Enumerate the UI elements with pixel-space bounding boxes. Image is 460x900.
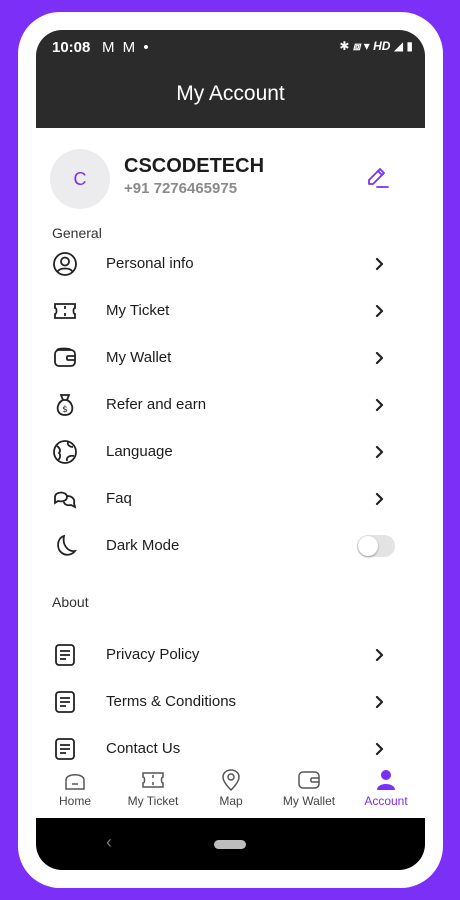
menu-item-refer-and-earn[interactable]: $ Refer and earn [36, 382, 425, 429]
wallet-icon [298, 771, 320, 789]
toggle-knob [358, 536, 378, 556]
menu-item-privacy-policy[interactable]: Privacy Policy [36, 632, 425, 679]
menu-item-faq[interactable]: Faq [36, 476, 425, 523]
moon-icon [57, 534, 78, 556]
nav-tab-label: Account [364, 794, 408, 808]
chevron-right-icon [375, 257, 384, 271]
svg-text:$: $ [62, 405, 68, 415]
system-icons: ✱ ⧈ ▾ HD ◢ ▮ [339, 39, 413, 54]
vibrate-icon: ⧈ [352, 39, 361, 53]
profile-name: CSCODETECH [124, 155, 265, 177]
menu-item-label: Refer and earn [106, 396, 207, 413]
nav-tab-account[interactable]: Account [347, 760, 425, 818]
notification-icons: M M • [102, 39, 151, 56]
account-icon [377, 770, 395, 790]
system-navigation-bar: ‹ [36, 818, 425, 870]
menu-item-my-ticket[interactable]: My Ticket [36, 288, 425, 335]
wallet-icon [54, 347, 76, 367]
section-about: About [52, 594, 89, 610]
document-icon [55, 738, 75, 760]
chevron-right-icon [375, 398, 384, 412]
edit-icon[interactable] [365, 164, 391, 190]
chevron-right-icon [375, 492, 384, 506]
ticket-icon [54, 303, 76, 319]
bluetooth-icon: ✱ [339, 39, 350, 53]
signal-icon: ◢ [393, 39, 404, 53]
app-bar: My Account [36, 66, 425, 128]
menu-item-my-wallet[interactable]: My Wallet [36, 335, 425, 382]
chevron-right-icon [375, 445, 384, 459]
nav-tab-home[interactable]: Home [36, 760, 114, 818]
profile-card[interactable]: C CSCODETECH +91 7276465975 [36, 128, 425, 228]
home-pill[interactable] [214, 840, 246, 849]
menu-item-language[interactable]: Language [36, 429, 425, 476]
nav-tab-label: Home [58, 794, 91, 808]
document-icon [55, 691, 75, 713]
profile-phone: +91 7276465975 [124, 180, 238, 197]
nav-tab-my-ticket[interactable]: My Ticket [114, 760, 192, 818]
home-icon [65, 774, 85, 790]
status-bar: 10:08 M M • ✱ ⧈ ▾ HD ◢ ▮ [36, 30, 425, 66]
menu-item-dark-mode: Dark Mode [36, 523, 425, 570]
document-icon [55, 644, 75, 666]
bottom-navigation: Home My Ticket Map My Wallet Account [36, 760, 425, 818]
menu-item-terms[interactable]: Terms & Conditions [36, 679, 425, 726]
back-icon[interactable]: ‹ [106, 832, 112, 853]
chevron-right-icon [375, 304, 384, 318]
user-circle-icon [53, 252, 77, 276]
globe-icon [53, 440, 77, 464]
phone-screen: 10:08 M M • ✱ ⧈ ▾ HD ◢ ▮ My Account C CS… [36, 30, 425, 870]
status-time: 10:08 [52, 39, 91, 56]
avatar: C [50, 149, 110, 209]
section-general: General [52, 225, 102, 241]
chevron-right-icon [375, 742, 384, 756]
map-pin-icon [222, 769, 240, 792]
nav-tab-label: My Ticket [127, 794, 179, 808]
page-title: My Account [176, 82, 285, 105]
nav-tab-label: My Wallet [282, 794, 336, 808]
ticket-icon [142, 772, 164, 788]
chevron-right-icon [375, 351, 384, 365]
menu-item-personal-info[interactable]: Personal info [36, 241, 425, 288]
menu-item-label: Language [106, 443, 173, 460]
hd-label: HD [373, 39, 391, 53]
chat-icon [54, 491, 77, 509]
battery-icon: ▮ [406, 39, 413, 53]
menu-item-label: Privacy Policy [106, 646, 200, 663]
menu-item-label: Contact Us [106, 740, 181, 757]
menu-item-label: Personal info [106, 255, 194, 272]
money-bag-icon: $ [56, 394, 74, 416]
nav-tab-map[interactable]: Map [192, 760, 270, 818]
nav-tab-label: Map [219, 794, 243, 808]
menu-item-label: My Wallet [106, 349, 172, 366]
menu-item-label: Dark Mode [106, 537, 180, 554]
menu-item-label: Terms & Conditions [106, 693, 237, 710]
menu-item-label: Faq [106, 490, 132, 507]
chevron-right-icon [375, 695, 384, 709]
nav-tab-my-wallet[interactable]: My Wallet [270, 760, 348, 818]
wifi-icon: ▾ [363, 39, 370, 53]
menu-item-label: My Ticket [106, 302, 170, 319]
chevron-right-icon [375, 648, 384, 662]
dark-mode-toggle[interactable] [357, 535, 395, 557]
